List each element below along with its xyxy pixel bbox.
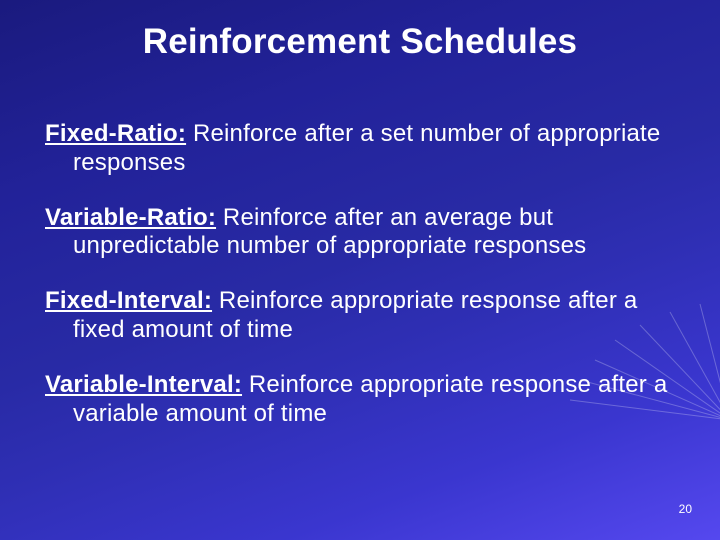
slide-body: Fixed-Ratio: Reinforce after a set numbe… bbox=[45, 120, 680, 454]
list-item: Fixed-Ratio: Reinforce after a set numbe… bbox=[45, 120, 680, 178]
list-item: Variable-Interval: Reinforce appropriate… bbox=[45, 371, 680, 429]
term-label: Variable-Interval: bbox=[45, 371, 242, 398]
term-label: Variable-Ratio: bbox=[45, 204, 216, 231]
term-label: Fixed-Interval: bbox=[45, 287, 212, 314]
list-item: Variable-Ratio: Reinforce after an avera… bbox=[45, 204, 680, 262]
page-number: 20 bbox=[679, 502, 692, 516]
slide-title: Reinforcement Schedules bbox=[40, 22, 680, 62]
term-label: Fixed-Ratio: bbox=[45, 120, 186, 147]
slide: Reinforcement Schedules Fixed-Ratio: Rei… bbox=[0, 0, 720, 540]
list-item: Fixed-Interval: Reinforce appropriate re… bbox=[45, 287, 680, 345]
